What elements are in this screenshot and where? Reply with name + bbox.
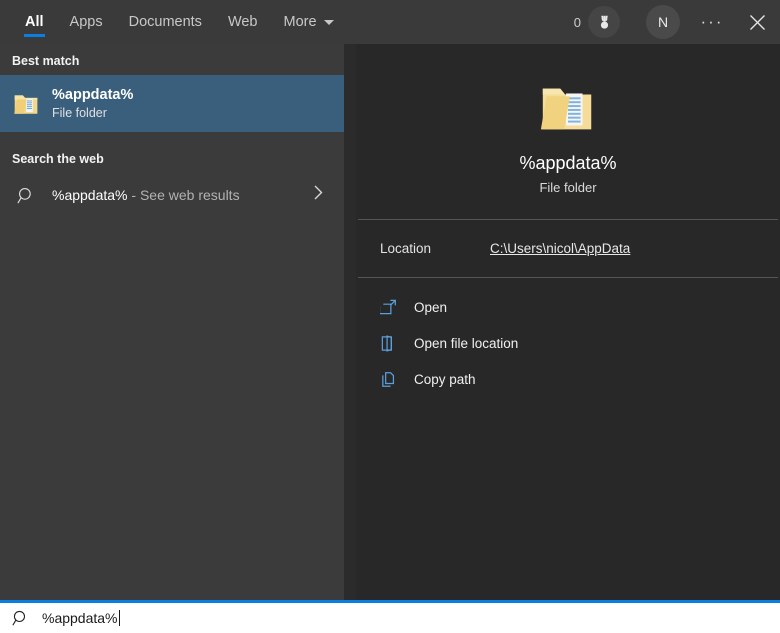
result-title: %appdata% (52, 86, 134, 103)
rewards-button[interactable] (588, 6, 620, 38)
topbar-actions: 0 N ··· (574, 0, 780, 44)
web-result-label: %appdata% - See web results (52, 187, 240, 203)
preview-icon-wrap (356, 77, 780, 139)
close-icon (749, 14, 765, 30)
open-external-icon (380, 299, 414, 316)
action-list: Open Open file location Copy path (356, 278, 780, 397)
tab-all[interactable]: All (12, 0, 57, 44)
action-open-file-location-label: Open file location (414, 335, 519, 351)
windows-search-window: All Apps Documents Web More 0 N ··· Best… (0, 0, 780, 633)
preview-hero: %appdata% File folder (356, 44, 780, 195)
action-open-file-location[interactable]: Open file location (356, 325, 780, 361)
medal-icon (600, 15, 608, 29)
result-subtitle: File folder (52, 105, 107, 120)
text-cursor (118, 610, 120, 626)
web-result-query: %appdata% (52, 187, 128, 203)
tab-apps[interactable]: Apps (57, 0, 116, 44)
web-result-icon-wrap (0, 186, 52, 205)
tab-apps-label: Apps (69, 14, 103, 30)
ellipsis-icon: ··· (700, 12, 724, 31)
result-text-wrap: %appdata% File folder (52, 87, 133, 120)
chevron-right-icon[interactable] (313, 185, 324, 206)
more-options-button[interactable]: ··· (690, 0, 734, 44)
location-row: Location C:\Users\nicol\AppData (356, 220, 780, 277)
action-open[interactable]: Open (356, 289, 780, 325)
search-bar-icon-wrap (0, 609, 42, 627)
location-label: Location (380, 241, 432, 256)
action-open-label: Open (414, 299, 448, 315)
tab-list: All Apps Documents Web More (0, 0, 347, 44)
tab-documents-label: Documents (128, 14, 202, 30)
tab-web[interactable]: Web (215, 0, 271, 44)
action-copy-path-label: Copy path (414, 371, 476, 387)
top-tab-bar: All Apps Documents Web More 0 N ··· (0, 0, 780, 44)
action-copy-path[interactable]: Copy path (356, 361, 780, 397)
search-input-value: %appdata% (42, 610, 118, 626)
tab-more-label: More (283, 14, 317, 30)
avatar-initial: N (657, 14, 669, 30)
search-bar[interactable]: %appdata% (0, 603, 780, 633)
search-icon (12, 610, 26, 626)
reward-points-count: 0 (573, 14, 581, 30)
result-item-appdata[interactable]: %appdata% File folder (0, 75, 344, 132)
search-icon (17, 187, 31, 203)
folder-icon (13, 95, 37, 114)
close-button[interactable] (734, 0, 780, 44)
folder-open-icon (380, 334, 414, 352)
chevron-down-icon (323, 19, 334, 25)
search-input[interactable]: %appdata% (42, 610, 120, 626)
search-the-web-header: Search the web (12, 152, 104, 166)
web-result-suffix: - See web results (127, 187, 240, 203)
tab-more[interactable]: More (271, 0, 347, 44)
web-result-item[interactable]: %appdata% - See web results (0, 173, 344, 217)
tab-web-label: Web (227, 14, 258, 30)
location-link[interactable]: C:\Users\nicol\AppData (490, 241, 630, 256)
folder-icon-large (540, 88, 592, 130)
preview-title: %appdata% (519, 153, 617, 173)
result-icon-wrap (0, 89, 52, 118)
tab-active-underline (24, 34, 45, 37)
user-avatar[interactable]: N (646, 5, 680, 39)
copy-icon (380, 371, 414, 388)
preview-subtitle: File folder (539, 180, 597, 195)
tab-documents[interactable]: Documents (116, 0, 215, 44)
preview-panel: %appdata% File folder Location C:\Users\… (356, 44, 780, 600)
results-panel: Best match %appdata% File folder Search … (0, 44, 344, 600)
tab-all-label: All (25, 14, 44, 30)
best-match-header: Best match (12, 54, 80, 68)
